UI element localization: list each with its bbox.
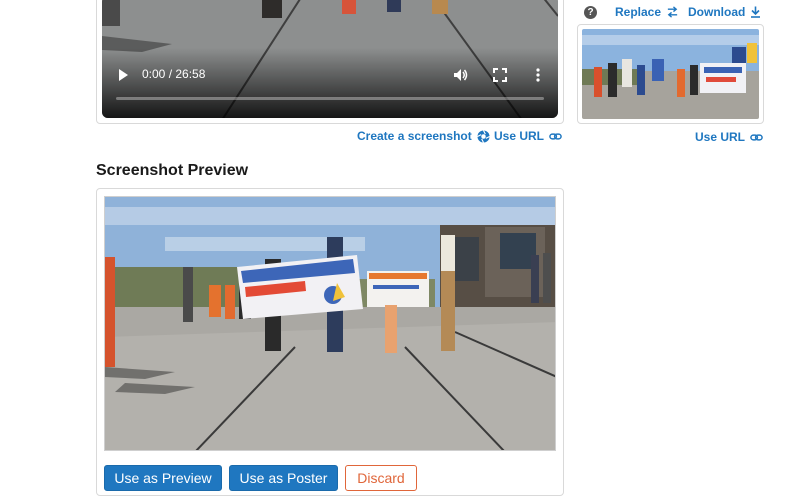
screenshot-preview-image (104, 196, 556, 451)
video-time: 0:00 / 26:58 (142, 67, 206, 81)
use-as-preview-button[interactable]: Use as Preview (104, 465, 222, 491)
video-use-url-label: Use URL (494, 129, 545, 143)
discard-button[interactable]: Discard (345, 465, 417, 491)
help-icon[interactable]: ? (584, 6, 597, 19)
video-use-url-link[interactable]: Use URL (494, 129, 562, 143)
use-as-poster-button[interactable]: Use as Poster (229, 465, 338, 491)
screenshot-preview-title: Screenshot Preview (96, 162, 249, 179)
link-icon (750, 133, 763, 141)
play-icon[interactable] (116, 68, 130, 82)
poster-card (577, 24, 764, 124)
create-screenshot-label: Create a screenshot (357, 129, 472, 143)
replace-button[interactable]: Replace (615, 5, 679, 19)
video-player[interactable]: 0:00 / 26:58 (102, 0, 558, 118)
screenshot-scene (105, 197, 555, 450)
create-screenshot-link[interactable]: Create a screenshot (357, 129, 490, 143)
screenshot-icon (476, 129, 490, 143)
video-card: 0:00 / 26:58 (96, 0, 564, 124)
download-label: Download (688, 5, 746, 19)
controls-gradient (102, 48, 558, 118)
volume-icon[interactable] (452, 67, 468, 83)
download-button[interactable]: Download (688, 5, 761, 19)
download-icon (751, 6, 761, 18)
fullscreen-icon[interactable] (492, 67, 508, 83)
poster-thumbnail[interactable] (582, 29, 759, 119)
poster-use-url-link[interactable]: Use URL (695, 130, 763, 144)
seek-bar[interactable] (116, 97, 544, 100)
screenshot-preview-card: Use as Preview Use as Poster Discard (96, 188, 564, 496)
poster-use-url-label: Use URL (695, 130, 746, 144)
swap-icon (667, 6, 678, 18)
link-icon (549, 132, 562, 140)
more-vert-icon[interactable] (530, 67, 546, 83)
replace-label: Replace (615, 5, 662, 19)
